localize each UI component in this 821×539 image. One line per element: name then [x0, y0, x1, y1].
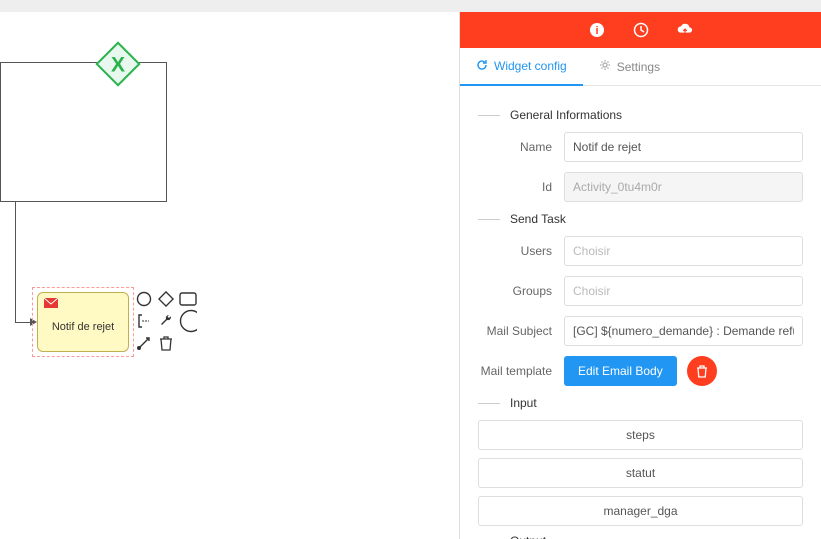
top-bar [0, 0, 821, 12]
annotation-icon[interactable] [135, 312, 153, 330]
gateway-x-icon: X [111, 53, 125, 77]
label-mail-template: Mail template [478, 364, 564, 378]
section-send-task: Send Task [478, 212, 803, 226]
svg-text:i: i [595, 25, 598, 37]
tab-settings[interactable]: Settings [583, 48, 676, 85]
delete-template-button[interactable] [687, 356, 717, 386]
cloud-upload-icon[interactable] [677, 22, 693, 38]
task-label: Notif de rejet [38, 321, 128, 333]
gear-icon [599, 59, 611, 74]
tab-label: Settings [617, 60, 660, 74]
end-event-icon[interactable] [179, 312, 197, 330]
tab-widget-config[interactable]: Widget config [460, 48, 583, 86]
section-input: Input [478, 396, 803, 410]
properties-panel: i Widget config Settings General Informa… [459, 12, 821, 539]
input-chip[interactable]: steps [478, 420, 803, 450]
input-chip[interactable]: statut [478, 458, 803, 488]
panel-header: i [460, 12, 821, 48]
section-general: General Informations [478, 108, 803, 122]
input-chip[interactable]: manager_dga [478, 496, 803, 526]
event-icon[interactable] [135, 290, 153, 308]
id-input [564, 172, 803, 202]
name-input[interactable] [564, 132, 803, 162]
context-palette [135, 290, 205, 356]
edge [15, 322, 30, 323]
label-mail-subject: Mail Subject [478, 324, 564, 338]
panel-body: General Informations Name Id Send Task U… [460, 86, 821, 539]
label-id: Id [478, 180, 564, 194]
trash-icon [696, 364, 708, 378]
section-output: Output [478, 534, 803, 539]
wrench-icon[interactable] [157, 312, 175, 330]
trash-icon[interactable] [157, 334, 175, 352]
edit-email-body-button[interactable]: Edit Email Body [564, 356, 677, 386]
users-input[interactable] [564, 236, 803, 266]
info-icon[interactable]: i [589, 22, 605, 38]
label-name: Name [478, 140, 564, 154]
edge [15, 202, 16, 322]
gateway-icon[interactable] [157, 290, 175, 308]
connect-icon[interactable] [135, 334, 153, 352]
panel-tabs: Widget config Settings [460, 48, 821, 86]
task-icon[interactable] [179, 290, 197, 308]
refresh-icon [476, 59, 488, 74]
label-groups: Groups [478, 284, 564, 298]
subprocess-box[interactable] [0, 62, 167, 202]
label-users: Users [478, 244, 564, 258]
send-task-node[interactable]: Notif de rejet [37, 292, 129, 352]
tab-label: Widget config [494, 59, 567, 73]
history-icon[interactable] [633, 22, 649, 38]
groups-input[interactable] [564, 276, 803, 306]
envelope-icon [44, 297, 58, 311]
diagram-canvas[interactable]: X Notif de rejet [0, 12, 459, 539]
mail-subject-input[interactable] [564, 316, 803, 346]
